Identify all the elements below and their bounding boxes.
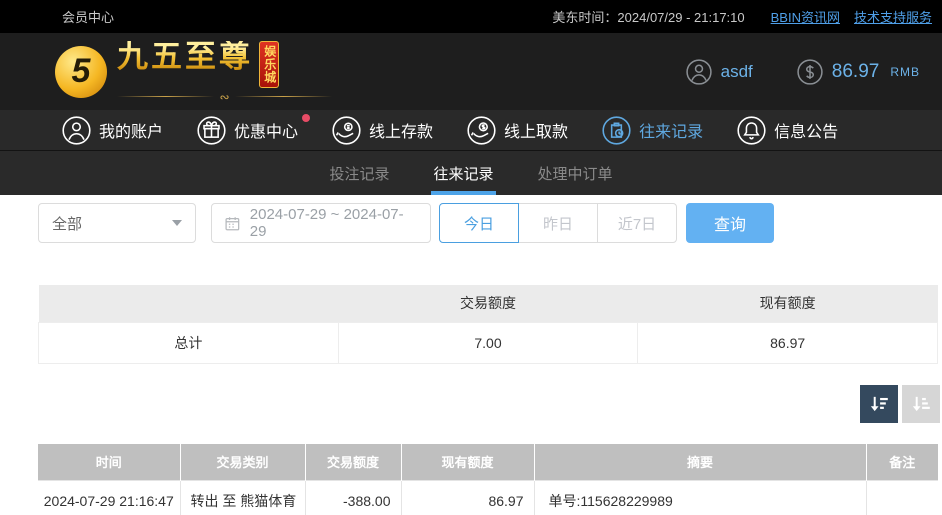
username-text: asdf: [721, 62, 753, 82]
gift-icon: [197, 116, 226, 145]
withdraw-hand-dollar-icon: [467, 116, 496, 145]
sort-ascending-icon: [910, 393, 932, 415]
summary-header-blank: [39, 285, 339, 322]
summary-header-balance: 现有额度: [638, 285, 938, 322]
records-header-remark: 备注: [866, 444, 938, 481]
date-range-value: 2024-07-29 ~ 2024-07-29: [250, 206, 418, 240]
nav-item-online-withdraw[interactable]: 线上取款: [467, 116, 568, 145]
search-button[interactable]: 查询: [686, 203, 774, 243]
sort-ascending-button[interactable]: [902, 385, 940, 423]
tab-label: 投注记录: [329, 163, 389, 184]
summary-table: 交易额度 现有额度 总计 7.00 86.97: [38, 285, 938, 364]
bbin-news-link[interactable]: BBIN资讯网: [771, 7, 840, 26]
logo-badge: 娱乐城: [259, 41, 279, 88]
sort-descending-icon: [868, 393, 890, 415]
tab-label: 往来记录: [433, 163, 493, 184]
summary-header-trade-amount: 交易额度: [338, 285, 638, 322]
currency-text: RMB: [890, 65, 920, 79]
tab-betting-records[interactable]: 投注记录: [327, 151, 391, 195]
records-clipboard-icon: [602, 116, 631, 145]
tab-transaction-records[interactable]: 往来记录: [431, 151, 495, 195]
records-header-time: 时间: [38, 444, 180, 481]
quick-yesterday-button[interactable]: 昨日: [518, 203, 598, 243]
server-time-label: 美东时间：2024/07/29 - 21:17:10: [552, 7, 744, 26]
nav-label: 信息公告: [774, 118, 838, 142]
type-select-value: 全部: [52, 213, 82, 234]
sub-nav: 投注记录 往来记录 处理中订单: [0, 151, 942, 195]
record-summary: 单号:115628229989: [534, 481, 866, 515]
nav-item-my-account[interactable]: 我的账户: [62, 116, 163, 145]
quick-date-group: 今日 昨日 近7日: [439, 203, 677, 243]
nav-label: 线上取款: [504, 118, 568, 142]
balance-text: 86.97: [832, 61, 880, 83]
summary-total-trade-amount: 7.00: [338, 322, 638, 363]
nav-label: 优惠中心: [234, 118, 298, 142]
records-table: 时间 交易类别 交易额度 现有额度 摘要 备注 2024-07-29 21:16…: [38, 444, 938, 515]
records-header-row: 时间 交易类别 交易额度 现有额度 摘要 备注: [38, 444, 938, 481]
table-row: 2024-07-29 21:16:47 转出 至 熊猫体育 -388.00 86…: [38, 481, 938, 515]
record-time: 2024-07-29 21:16:47: [38, 481, 180, 515]
logo-mark: 5: [72, 52, 91, 91]
bell-icon: [737, 116, 766, 145]
nav-item-online-deposit[interactable]: 线上存款: [332, 116, 433, 145]
nav-label: 线上存款: [369, 118, 433, 142]
type-select[interactable]: 全部: [38, 203, 196, 243]
active-tab-underline: [431, 191, 495, 195]
nav-item-announcements[interactable]: 信息公告: [737, 116, 838, 145]
quick-today-button[interactable]: 今日: [439, 203, 519, 243]
main-content: 全部 2024-07-29 ~ 2024-07-29 今日 昨日 近7日 查询 …: [38, 203, 940, 515]
topbar: 会员中心 美东时间：2024/07/29 - 21:17:10 BBIN资讯网 …: [0, 0, 942, 33]
user-circle-icon: [686, 59, 712, 85]
account-username[interactable]: asdf: [686, 59, 753, 85]
calendar-icon: [224, 215, 241, 232]
logo-flourish-ornament: ∾: [117, 91, 332, 103]
summary-total-row: 总计 7.00 86.97: [39, 322, 938, 363]
caret-down-icon: [172, 220, 182, 226]
date-range-input[interactable]: 2024-07-29 ~ 2024-07-29: [211, 203, 431, 243]
record-type: 转出 至 熊猫体育: [180, 481, 305, 515]
sort-descending-button[interactable]: [860, 385, 898, 423]
site-header: 5 九五至尊 娱乐城 ∾ asdf 86.97 RMB: [0, 33, 942, 110]
dollar-circle-icon: [797, 59, 823, 85]
record-remark: [866, 481, 938, 515]
summary-header-row: 交易额度 现有额度: [39, 285, 938, 322]
sort-controls: [38, 385, 940, 423]
nav-label: 往来记录: [639, 118, 703, 142]
promo-notification-dot: [302, 114, 310, 122]
tab-pending-orders[interactable]: 处理中订单: [536, 151, 615, 195]
member-center-label: 会员中心: [62, 7, 114, 26]
nav-label: 我的账户: [99, 118, 163, 142]
logo-coin-icon: 5: [55, 46, 107, 98]
quick-last7days-button[interactable]: 近7日: [597, 203, 677, 243]
record-amount: -388.00: [305, 481, 401, 515]
records-header-type: 交易类别: [180, 444, 305, 481]
account-balance[interactable]: 86.97 RMB: [797, 59, 920, 85]
tab-label: 处理中订单: [538, 163, 613, 184]
record-balance: 86.97: [401, 481, 534, 515]
user-icon: [62, 116, 91, 145]
nav-item-transaction-records[interactable]: 往来记录: [602, 116, 703, 145]
main-nav: 我的账户 优惠中心 线上存款 线上取款: [0, 110, 942, 151]
logo-title: 九五至尊: [117, 41, 253, 72]
summary-total-label: 总计: [39, 322, 339, 363]
nav-item-promotions[interactable]: 优惠中心: [197, 116, 298, 145]
tech-support-link[interactable]: 技术支持服务: [854, 7, 932, 26]
filter-row: 全部 2024-07-29 ~ 2024-07-29 今日 昨日 近7日 查询: [38, 203, 940, 243]
site-logo[interactable]: 5 九五至尊 娱乐城 ∾: [55, 41, 332, 103]
deposit-hand-coin-icon: [332, 116, 361, 145]
records-header-summary: 摘要: [534, 444, 866, 481]
records-header-balance: 现有额度: [401, 444, 534, 481]
summary-total-balance: 86.97: [638, 322, 938, 363]
records-header-amount: 交易额度: [305, 444, 401, 481]
